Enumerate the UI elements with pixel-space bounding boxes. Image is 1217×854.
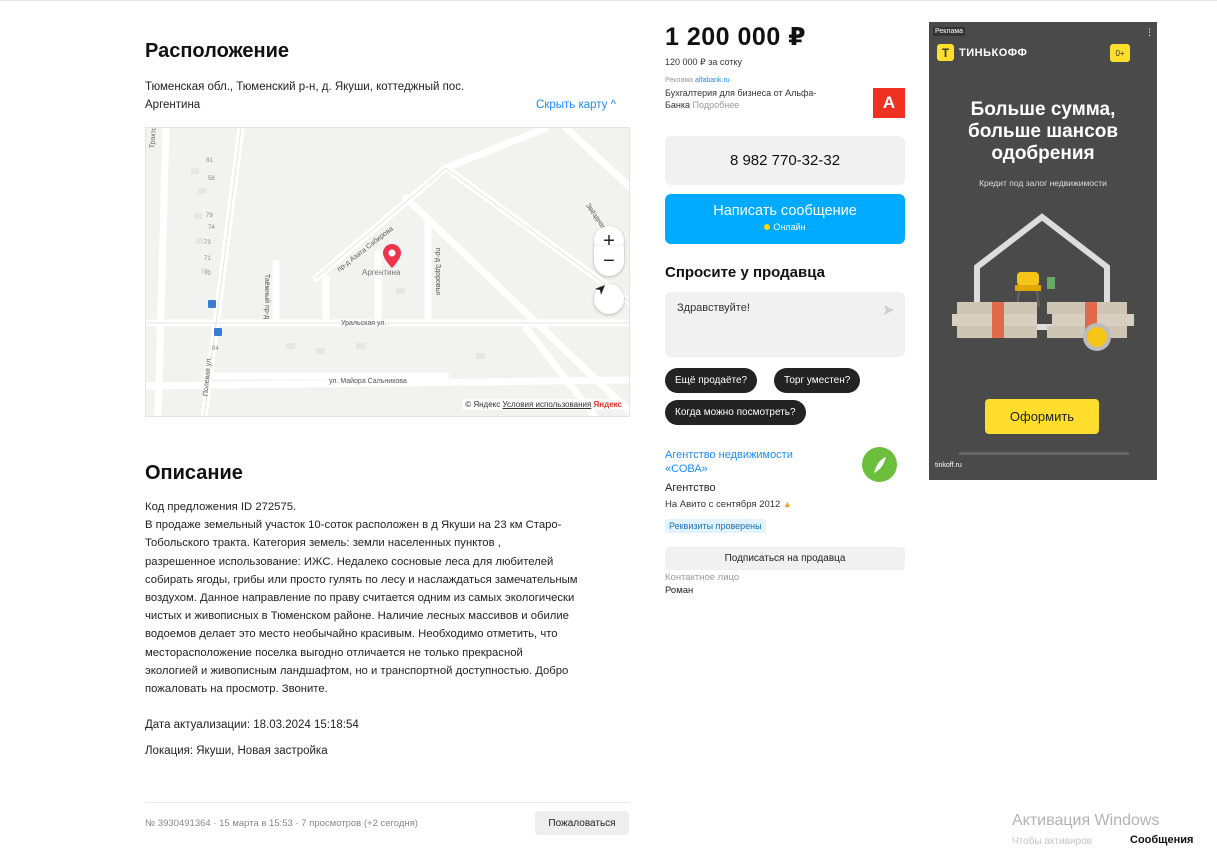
- owl-logo-icon: [873, 456, 886, 473]
- house-number: 71: [204, 256, 211, 262]
- top-divider: [0, 0, 1217, 1]
- updated-date: Дата актуализации: 18.03.2024 15:18:54: [145, 719, 359, 731]
- promo-text-line2: Банка: [665, 100, 691, 110]
- ad-brand: ТИНЬКОФФ: [959, 47, 1028, 59]
- ad-info-icon[interactable]: ⋮: [1145, 27, 1154, 38]
- flame-icon: ▲: [782, 499, 792, 509]
- quick-question-chip[interactable]: Когда можно посмотреть?: [665, 400, 806, 425]
- listing-meta: № 3930491364 · 15 марта в 15:53 · 7 прос…: [145, 818, 418, 829]
- description-text: Код предложения ID 272575. В продаже зем…: [145, 501, 578, 696]
- street-label: ул. Майора Сальникова: [329, 378, 407, 385]
- zoom-out-button[interactable]: −: [594, 246, 624, 276]
- geolocation-button[interactable]: [594, 284, 624, 314]
- ad-title-line3: одобрения: [991, 143, 1095, 164]
- promo-more-link[interactable]: Подробнее: [693, 100, 740, 110]
- ad-domain: tinkoff.ru: [935, 462, 962, 469]
- house-number: 81: [206, 158, 213, 164]
- message-placeholder: Здравствуйте!: [677, 302, 750, 314]
- address-line1: Тюменская обл., Тюменский р-н, д. Якуши,…: [145, 81, 465, 93]
- map-pin-label: Аргентина: [362, 268, 401, 277]
- ad-label: Реклама: [933, 27, 966, 36]
- yandex-logo: Яндекс: [593, 400, 622, 409]
- seller-avatar[interactable]: [862, 447, 897, 482]
- locality: Локация: Якуши, Новая застройка: [145, 745, 328, 757]
- bus-stop-icon: [208, 300, 216, 308]
- house-number: 73: [204, 240, 211, 246]
- house-number: 58: [208, 176, 215, 182]
- windows-activation: Активация Windows: [1012, 812, 1160, 829]
- house-money-illustration: [952, 213, 1134, 351]
- contact-name: Роман: [665, 585, 694, 596]
- quick-question-chip[interactable]: Ещё продаёте?: [665, 368, 758, 393]
- description-heading: Описание: [145, 462, 243, 484]
- tinkoff-ad-banner[interactable]: Реклама ⋮ T ТИНЬКОФФ 0+ Больше сумма, бо…: [929, 22, 1157, 480]
- ad-subtitle: Кредит под залог недвижимости: [979, 178, 1107, 188]
- seller-name-line1: Агентство недвижимости: [665, 449, 793, 461]
- promo-domain[interactable]: alfabank.ru: [695, 77, 730, 84]
- contact-label: Контактное лицо: [665, 572, 740, 583]
- navigation-arrow-icon: [595, 285, 605, 295]
- write-message-label: Написать сообщение: [713, 203, 857, 219]
- seller-since: На Авито с сентября 2012 ▲: [665, 499, 792, 510]
- ad-fine-print: [959, 452, 1129, 455]
- map[interactable]: Трактовая ул. пр-д Азата Сабирова пр-д З…: [145, 127, 630, 417]
- online-status: Онлайн: [773, 222, 806, 232]
- street-label: Уральская ул.: [341, 320, 387, 327]
- show-phone-button[interactable]: 8 982 770-32-32: [665, 136, 905, 185]
- price: 1 200 000 ₽: [665, 23, 807, 51]
- map-terms-link[interactable]: Условия использования: [503, 400, 592, 409]
- price-per-sotka: 120 000 ₽ за сотку: [665, 57, 742, 67]
- seller-type: Агентство: [665, 482, 716, 494]
- house-number: 74: [208, 225, 215, 231]
- age-rating: 0+: [1110, 44, 1130, 62]
- map-footer: © Яндекс Условия использования Яндекс: [462, 399, 625, 410]
- message-input[interactable]: Здравствуйте!: [665, 292, 905, 357]
- ad-title-line1: Больше сумма,: [970, 99, 1116, 120]
- tinkoff-logo-icon: T: [937, 44, 954, 61]
- promo-text-line1: Бухгалтерия для бизнеса от Альфа-: [665, 88, 817, 98]
- subscribe-seller-button[interactable]: Подписаться на продавца: [665, 547, 905, 570]
- seller-name-line2: «СОВА»: [665, 463, 708, 475]
- report-button[interactable]: Пожаловаться: [535, 811, 629, 835]
- promo-ad-label: Реклама: [665, 77, 694, 84]
- ad-title-line2: больше шансов: [967, 121, 1119, 142]
- ask-seller-heading: Спросите у продавца: [665, 264, 825, 281]
- location-heading: Расположение: [145, 40, 290, 62]
- verified-badge: Реквизиты проверены: [665, 516, 766, 534]
- house-number: 79: [206, 213, 213, 219]
- street-label: пр-д Здоровья: [434, 247, 442, 296]
- verified-badge-text: Реквизиты проверены: [665, 519, 766, 533]
- ad-cta-button[interactable]: Оформить: [985, 399, 1099, 434]
- quick-question-chip[interactable]: Торг уместен?: [774, 368, 861, 393]
- map-pin-icon: [383, 244, 401, 268]
- online-dot-icon: [764, 224, 771, 230]
- street-label: Таёжный пр-д: [263, 273, 271, 320]
- messages-tab[interactable]: Сообщения: [1128, 834, 1196, 846]
- hide-map-link[interactable]: Скрыть карту ^: [536, 99, 616, 111]
- send-icon[interactable]: [883, 304, 895, 316]
- map-copyright: © Яндекс: [465, 400, 501, 409]
- house-number: 84: [212, 346, 219, 352]
- footer-divider: [145, 802, 630, 803]
- address-line2: Аргентина: [145, 99, 201, 112]
- seller-name-link[interactable]: Агентство недвижимости «СОВА»: [665, 448, 793, 476]
- seller-since-text: На Авито с сентября 2012: [665, 499, 781, 510]
- address-text: Тюменская обл., Тюменский р-н, д. Якуши,…: [145, 78, 545, 114]
- promo-text[interactable]: Бухгалтерия для бизнеса от Альфа- Банка …: [665, 87, 865, 111]
- alfa-bank-logo[interactable]: А: [873, 88, 905, 118]
- ad-title: Больше сумма, больше шансов одобрения: [929, 99, 1157, 165]
- bus-stop-icon: [214, 328, 222, 336]
- write-message-button[interactable]: Написать сообщение Онлайн: [665, 194, 905, 244]
- promo-label: Реклама alfabank.ru: [665, 77, 730, 84]
- house-number: 70: [204, 271, 211, 277]
- windows-activation-sub: Чтобы активиров: [1012, 836, 1092, 847]
